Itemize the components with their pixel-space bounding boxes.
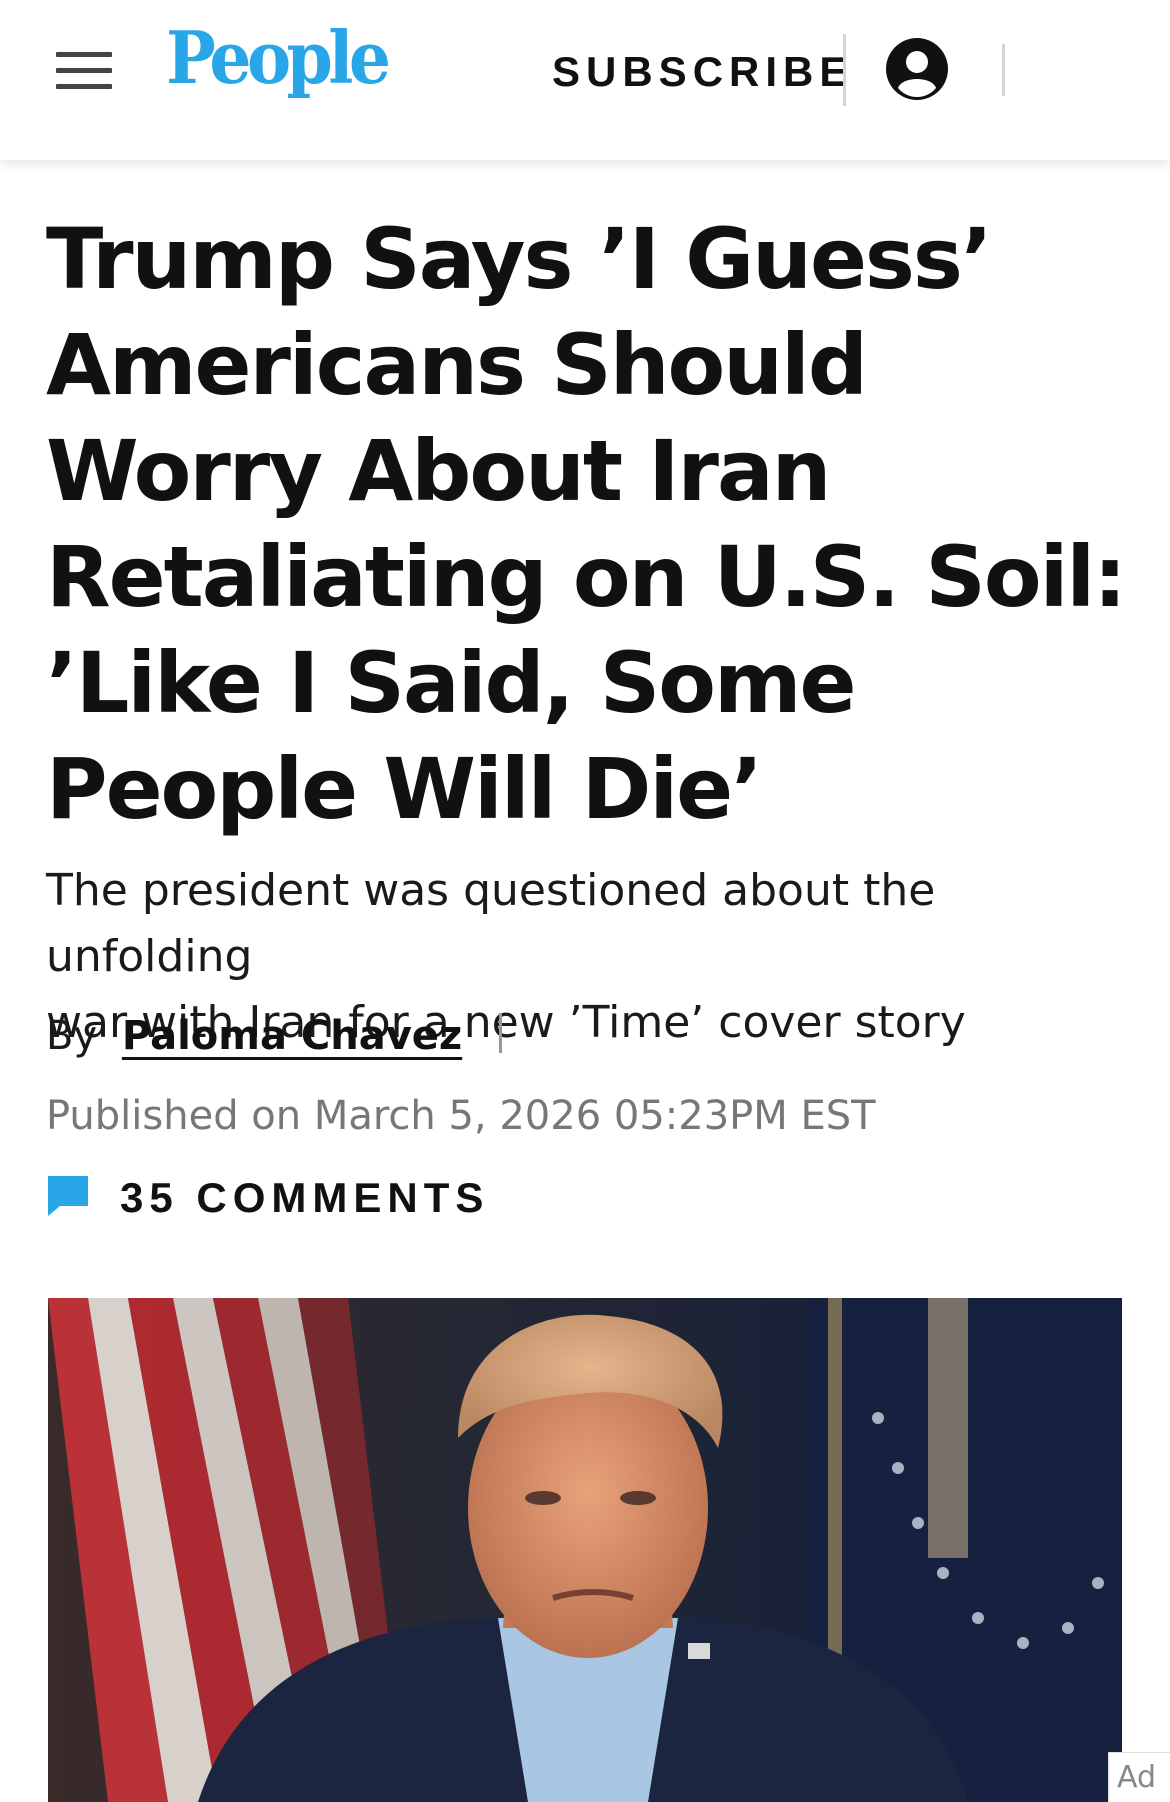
byline: By Paloma Chavez [46, 1006, 502, 1066]
hamburger-menu-icon[interactable] [56, 52, 112, 90]
article-headline: Trump Says ’I Guess’ Americans Should Wo… [46, 206, 1136, 842]
headline-line: Retaliating on U.S. Soil: [46, 528, 1127, 626]
publish-date: Published on March 5, 2026 05:23PM EST [46, 1093, 876, 1139]
ad-label[interactable]: Ad [1108, 1752, 1170, 1802]
header-divider-right [1002, 44, 1005, 96]
headline-line: Americans Should [46, 316, 868, 414]
headline-line: ’Like I Said, Some [46, 634, 857, 732]
comment-bubble-icon [48, 1176, 88, 1216]
headline-line: Trump Says ’I Guess’ [46, 210, 993, 308]
author-link[interactable]: Paloma Chavez [122, 1013, 462, 1059]
article-hero-image[interactable] [48, 1298, 1122, 1802]
byline-divider [498, 1013, 502, 1053]
headline-line: People Will Die’ [46, 740, 763, 838]
subscribe-button[interactable]: SUBSCRIBE [552, 48, 853, 96]
dek-line: The president was questioned about the u… [46, 865, 936, 982]
people-logo[interactable]: People [166, 22, 391, 94]
byline-prefix: By [46, 1013, 98, 1059]
account-circle-icon[interactable] [886, 38, 948, 100]
header-divider [843, 34, 846, 106]
hero-photo-illustration [48, 1298, 1122, 1802]
site-header: People SUBSCRIBE [0, 0, 1170, 160]
headline-line: Worry About Iran [46, 422, 831, 520]
comments-count: 35 COMMENTS [120, 1174, 490, 1221]
